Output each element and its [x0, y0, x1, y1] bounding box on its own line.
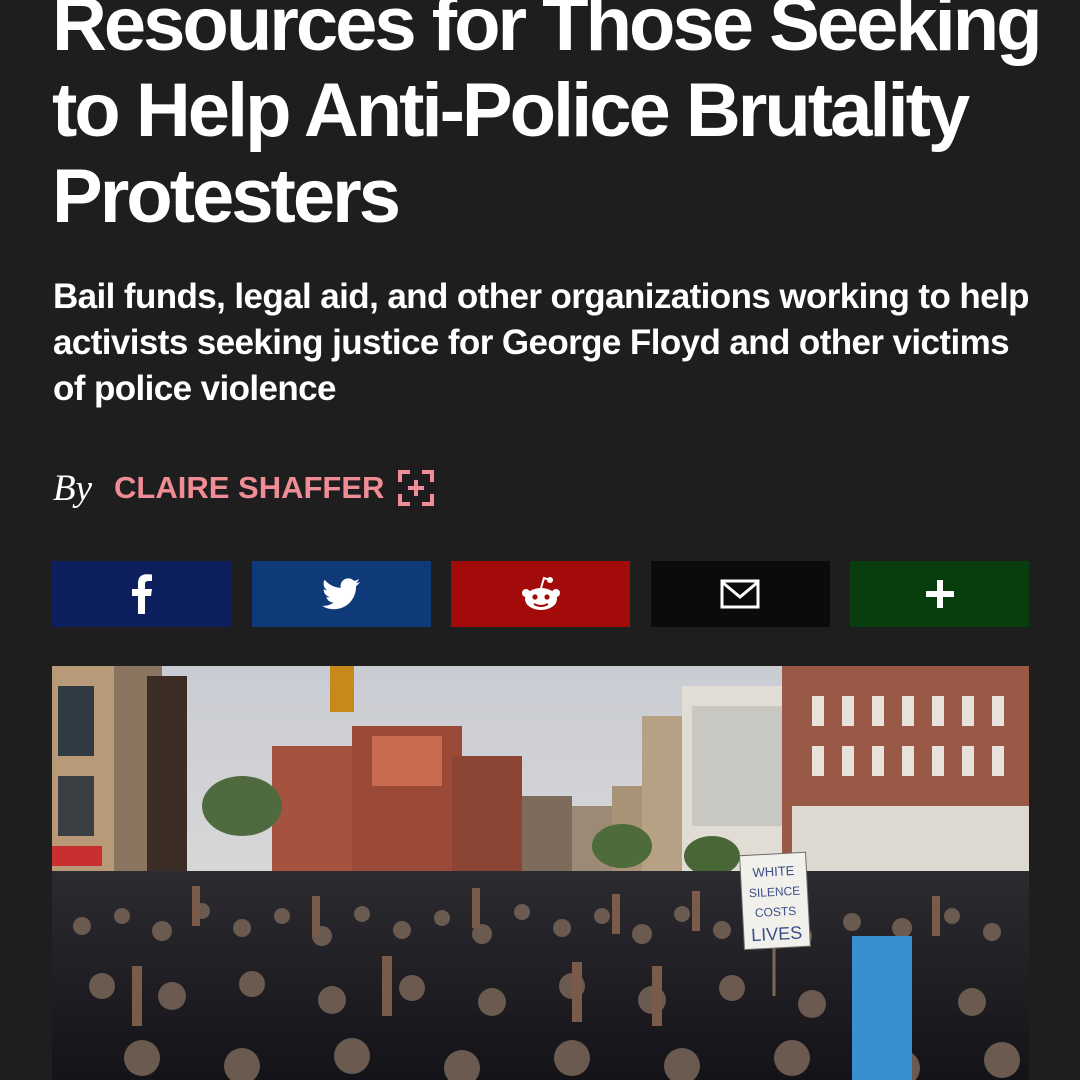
twitter-icon — [322, 578, 360, 610]
share-reddit-button[interactable] — [451, 561, 630, 627]
protest-sign: WHITE SILENCE COSTS LIVES — [739, 851, 811, 951]
byline-by-label: By — [53, 467, 93, 509]
hero-image: WHITE SILENCE COSTS LIVES — [52, 666, 1029, 1080]
share-bar — [52, 561, 1029, 627]
sign-line-2: SILENCE — [749, 884, 801, 901]
share-twitter-button[interactable] — [251, 561, 431, 627]
sign-line-4: LIVES — [751, 923, 803, 946]
byline: By CLAIRE SHAFFER — [53, 462, 435, 514]
facebook-icon — [131, 574, 153, 614]
sign-line-1: WHITE — [752, 863, 795, 880]
mail-icon — [720, 579, 760, 609]
share-more-button[interactable] — [850, 561, 1029, 627]
reddit-icon — [520, 576, 562, 612]
author-name-link[interactable]: CLAIRE SHAFFER — [114, 470, 384, 506]
article-dek: Bail funds, legal aid, and other organiz… — [53, 277, 1030, 408]
sign-line-3: COSTS — [755, 904, 797, 920]
plus-icon — [925, 579, 955, 609]
share-facebook-button[interactable] — [52, 561, 231, 627]
follow-author-icon[interactable] — [398, 470, 435, 506]
article-headline: Resources for Those Seeking to Help Anti… — [52, 0, 1043, 239]
share-email-button[interactable] — [650, 561, 830, 627]
